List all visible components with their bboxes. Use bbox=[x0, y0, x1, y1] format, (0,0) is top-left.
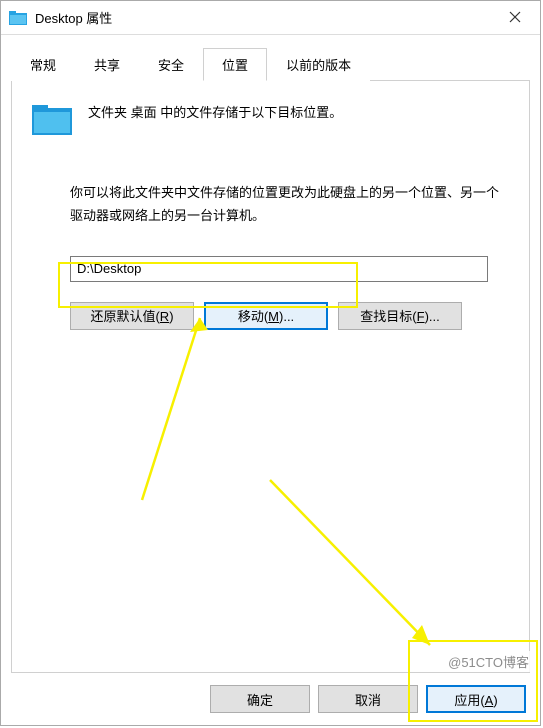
tab-security[interactable]: 安全 bbox=[139, 48, 203, 81]
tab-strip: 常规 共享 安全 位置 以前的版本 bbox=[11, 47, 530, 81]
folder-icon bbox=[9, 11, 27, 25]
tab-location[interactable]: 位置 bbox=[203, 48, 267, 81]
find-target-button[interactable]: 查找目标(F)... bbox=[338, 302, 462, 330]
large-folder-icon bbox=[32, 105, 72, 135]
watermark: @51CTO博客 bbox=[444, 651, 533, 672]
close-button[interactable] bbox=[492, 2, 538, 34]
ok-button[interactable]: 确定 bbox=[210, 685, 310, 713]
window-title: Desktop 属性 bbox=[35, 8, 492, 27]
tab-content-location: 文件夹 桌面 中的文件存储于以下目标位置。 你可以将此文件夹中文件存储的位置更改… bbox=[11, 81, 530, 673]
apply-button[interactable]: 应用(A) bbox=[426, 685, 526, 713]
tab-general[interactable]: 常规 bbox=[11, 48, 75, 81]
tab-container: 常规 共享 安全 位置 以前的版本 文件夹 桌面 中的文件存储于以下目标位置。 … bbox=[1, 35, 540, 673]
path-input-row bbox=[70, 256, 509, 282]
tab-previous-versions[interactable]: 以前的版本 bbox=[267, 48, 370, 81]
info-row: 文件夹 桌面 中的文件存储于以下目标位置。 bbox=[32, 103, 509, 135]
cancel-button[interactable]: 取消 bbox=[318, 685, 418, 713]
path-input[interactable] bbox=[70, 256, 488, 282]
dialog-button-row: 确定 取消 应用(A) bbox=[1, 673, 540, 725]
intro-text: 文件夹 桌面 中的文件存储于以下目标位置。 bbox=[88, 103, 342, 124]
titlebar: Desktop 属性 bbox=[1, 1, 540, 35]
tab-sharing[interactable]: 共享 bbox=[75, 48, 139, 81]
properties-dialog: Desktop 属性 常规 共享 安全 位置 以前的版本 bbox=[0, 0, 541, 726]
description-text: 你可以将此文件夹中文件存储的位置更改为此硬盘上的另一个位置、另一个驱动器或网络上… bbox=[70, 181, 509, 228]
action-button-row: 还原默认值(R) 移动(M)... 查找目标(F)... bbox=[70, 302, 509, 330]
restore-defaults-button[interactable]: 还原默认值(R) bbox=[70, 302, 194, 330]
move-button[interactable]: 移动(M)... bbox=[204, 302, 328, 330]
close-icon bbox=[509, 10, 521, 26]
